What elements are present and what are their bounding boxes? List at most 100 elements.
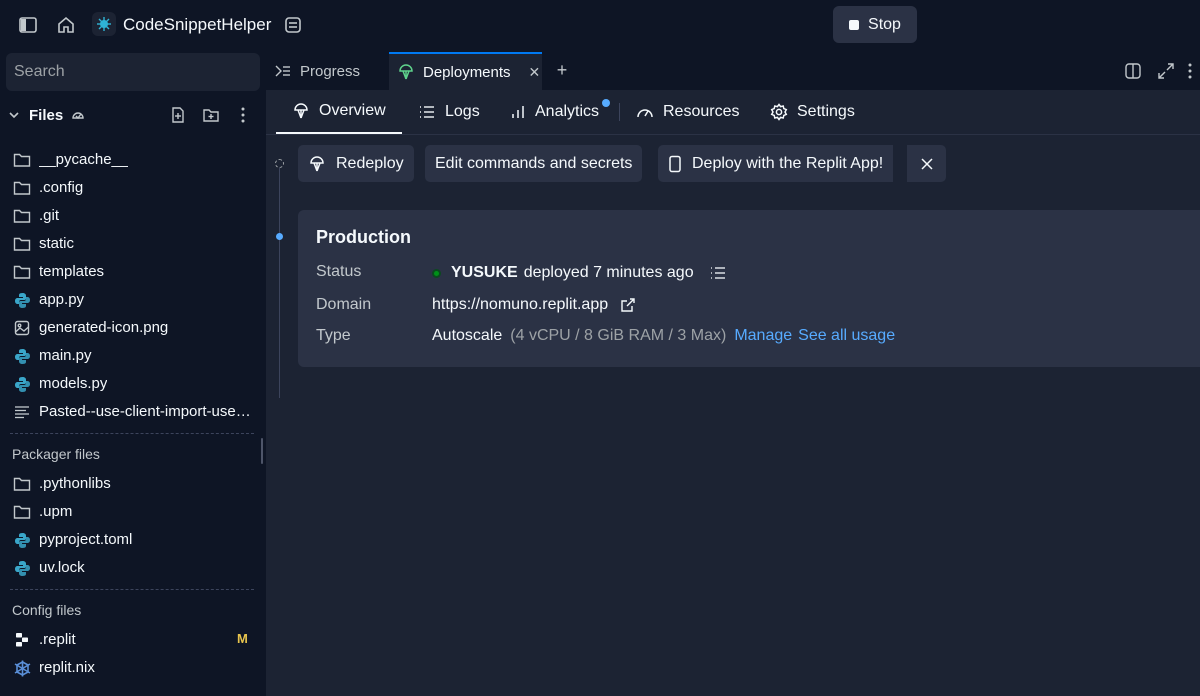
file-name: uv.lock bbox=[39, 559, 85, 576]
search-input[interactable] bbox=[6, 53, 260, 91]
manage-link[interactable]: Manage bbox=[734, 327, 792, 345]
subtab-analytics[interactable]: Analytics bbox=[510, 90, 599, 134]
new-file-icon[interactable] bbox=[168, 105, 188, 125]
logs-icon bbox=[420, 106, 434, 118]
python-icon bbox=[13, 375, 31, 393]
redeploy-label: Redeploy bbox=[336, 154, 404, 172]
status-value: YUSUKE deployed 7 minutes ago bbox=[432, 264, 726, 282]
file-item[interactable]: models.py bbox=[0, 370, 262, 398]
main-panel: Progress Deployments ✕ + Overview Logs A bbox=[266, 50, 1200, 696]
domain-link[interactable]: https://nomuno.replit.app bbox=[432, 296, 608, 314]
redeploy-button[interactable]: Redeploy bbox=[298, 145, 414, 182]
divider bbox=[10, 433, 254, 434]
stop-button[interactable]: Stop bbox=[833, 6, 917, 43]
see-usage-link[interactable]: See all usage bbox=[798, 327, 895, 345]
file-item[interactable]: Pasted--use-client-import-use-Stat bbox=[0, 398, 262, 426]
external-link-icon[interactable] bbox=[620, 297, 636, 313]
subtab-settings-label: Settings bbox=[797, 103, 855, 120]
type-label: Type bbox=[316, 327, 351, 344]
deployer-name: YUSUKE bbox=[451, 264, 518, 281]
split-view-icon[interactable] bbox=[1123, 61, 1143, 81]
file-item[interactable]: replit.nix bbox=[0, 654, 262, 682]
gear-icon bbox=[770, 103, 788, 121]
config-files-label: Config files bbox=[12, 602, 82, 618]
type-name: Autoscale bbox=[432, 327, 503, 344]
tab-deployments-label: Deployments bbox=[423, 63, 511, 81]
file-item[interactable]: .upm bbox=[0, 498, 262, 526]
modified-badge: M bbox=[237, 631, 248, 646]
deploy-replit-app-button[interactable]: Deploy with the Replit App! bbox=[658, 145, 894, 182]
type-detail: (4 vCPU / 8 GiB RAM / 3 Max) bbox=[510, 327, 727, 344]
file-item[interactable]: app.py bbox=[0, 286, 262, 314]
file-name: models.py bbox=[39, 375, 108, 392]
expand-icon[interactable] bbox=[1156, 61, 1176, 81]
edit-commands-button[interactable]: Edit commands and secrets bbox=[425, 145, 643, 182]
file-item[interactable]: .config bbox=[0, 174, 262, 202]
new-folder-icon[interactable] bbox=[201, 105, 221, 125]
file-item[interactable]: templates bbox=[0, 258, 262, 286]
tab-deployments[interactable]: Deployments ✕ bbox=[389, 52, 542, 90]
files-label[interactable]: Files bbox=[29, 107, 63, 124]
subtab-settings[interactable]: Settings bbox=[770, 90, 855, 134]
close-tab-icon[interactable]: ✕ bbox=[529, 64, 541, 81]
subtab-overview-label: Overview bbox=[319, 102, 386, 119]
close-icon bbox=[920, 157, 933, 170]
deploy-icon bbox=[310, 155, 324, 171]
subtab-overview[interactable]: Overview bbox=[276, 90, 402, 134]
file-item[interactable]: .pythonlibs bbox=[0, 470, 262, 498]
status-dot-icon bbox=[432, 268, 441, 278]
file-item[interactable]: main.py bbox=[0, 342, 262, 370]
deploy-time: deployed 7 minutes ago bbox=[523, 264, 694, 281]
nix-icon bbox=[13, 659, 31, 677]
subtab-resources[interactable]: Resources bbox=[636, 90, 739, 134]
sidebar-toggle-icon[interactable] bbox=[16, 13, 40, 37]
file-item[interactable]: .git bbox=[0, 202, 262, 230]
progress-icon bbox=[275, 65, 290, 77]
file-name: .upm bbox=[39, 503, 73, 520]
workspace-menu-icon[interactable] bbox=[281, 13, 305, 37]
add-tab-icon[interactable]: + bbox=[552, 60, 572, 80]
folder-icon bbox=[13, 503, 31, 521]
gauge-icon bbox=[637, 109, 653, 118]
home-icon[interactable] bbox=[54, 13, 78, 37]
text-file-icon bbox=[13, 403, 31, 421]
file-item[interactable]: uv.lock bbox=[0, 554, 262, 582]
type-value: Autoscale (4 vCPU / 8 GiB RAM / 3 Max) M… bbox=[432, 327, 895, 345]
file-item[interactable]: generated-icon.png bbox=[0, 314, 262, 342]
phone-icon bbox=[669, 155, 681, 172]
chevron-down-icon[interactable] bbox=[4, 105, 24, 125]
overview-icon bbox=[294, 103, 308, 119]
app-logo-icon bbox=[92, 12, 116, 36]
folder-icon bbox=[13, 263, 31, 281]
subtab-resources-label: Resources bbox=[663, 103, 740, 120]
more-icon[interactable] bbox=[1188, 61, 1200, 81]
top-bar: CodeSnippetHelper Stop bbox=[0, 0, 1200, 50]
file-item[interactable]: static bbox=[0, 230, 262, 258]
file-item[interactable]: .replit M bbox=[0, 626, 262, 654]
folder-icon bbox=[13, 475, 31, 493]
tab-progress[interactable]: Progress bbox=[266, 52, 387, 90]
tab-bar: Progress Deployments ✕ + bbox=[266, 50, 1200, 90]
file-item[interactable]: __pycache__ bbox=[0, 146, 262, 174]
list-icon[interactable] bbox=[710, 266, 726, 280]
app-title[interactable]: CodeSnippetHelper bbox=[123, 15, 271, 35]
deploy-replit-app-label: Deploy with the Replit App! bbox=[692, 154, 884, 172]
deployments-icon bbox=[399, 64, 413, 80]
scrollbar[interactable] bbox=[261, 438, 263, 464]
divider bbox=[10, 589, 254, 590]
subtab-logs[interactable]: Logs bbox=[418, 90, 480, 134]
deployment-subnav: Overview Logs Analytics Resources Settin… bbox=[266, 90, 1200, 135]
python-icon bbox=[13, 347, 31, 365]
packager-files-label: Packager files bbox=[12, 446, 100, 462]
file-item[interactable]: pyproject.toml bbox=[0, 526, 262, 554]
timeline-active-dot bbox=[276, 233, 283, 240]
notification-dot bbox=[602, 99, 610, 107]
more-options-icon[interactable] bbox=[233, 105, 253, 125]
files-header: Files bbox=[0, 102, 266, 128]
file-name: .git bbox=[39, 207, 60, 224]
file-sidebar: Files __pycache__ .config .git static templa… bbox=[0, 50, 266, 696]
python-icon bbox=[13, 291, 31, 309]
file-name: app.py bbox=[39, 291, 85, 308]
domain-label: Domain bbox=[316, 296, 372, 313]
dismiss-banner-button[interactable] bbox=[906, 145, 946, 182]
